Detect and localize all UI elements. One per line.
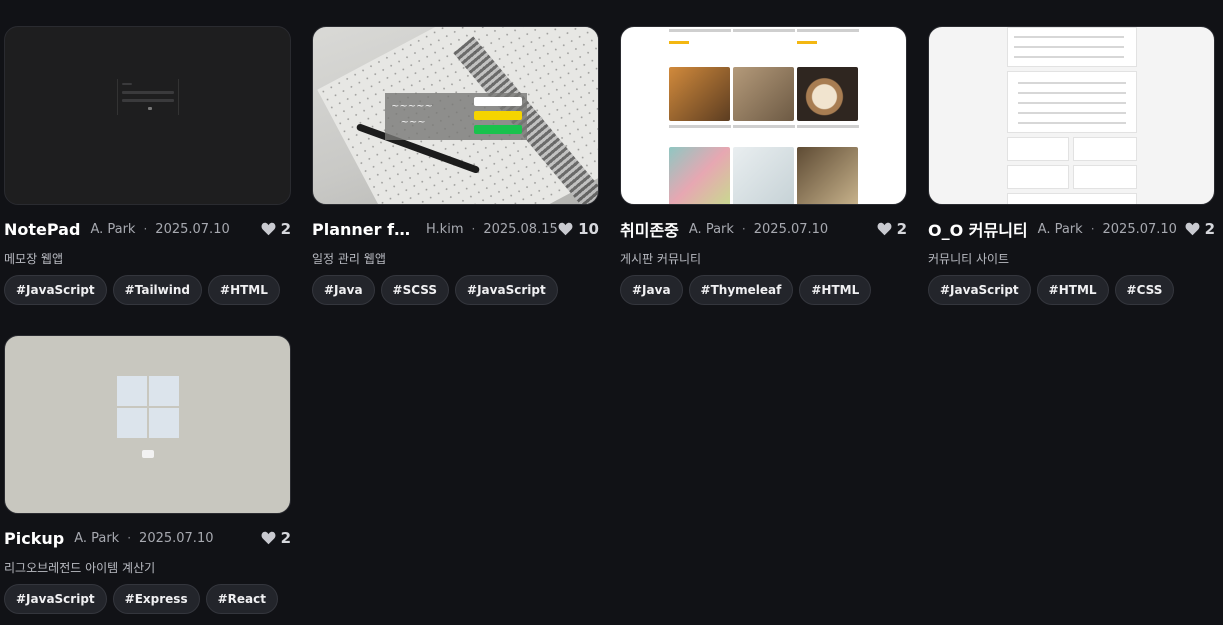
tag-list: #JavaScript #Tailwind #HTML: [4, 275, 291, 305]
like-count: 2: [280, 220, 291, 238]
tag-list: #Java #SCSS #JavaScript: [312, 275, 599, 305]
meta-separator: ·: [471, 222, 476, 236]
project-date: 2025.08.15: [483, 221, 558, 237]
project-thumbnail[interactable]: [4, 26, 291, 205]
photo-coffee: [797, 67, 858, 121]
project-author: A. Park: [90, 221, 136, 237]
tag-chip[interactable]: #JavaScript: [455, 275, 558, 305]
project-grid: NotePad A. Park · 2025.07.10 2 메모장 웹앱 #J…: [0, 0, 1223, 625]
project-thumbnail[interactable]: [4, 335, 291, 514]
project-author: A. Park: [74, 530, 120, 546]
like-button[interactable]: 2: [261, 529, 291, 547]
project-title[interactable]: Planner fo···: [312, 220, 414, 239]
tag-list: #JavaScript #Express #React: [4, 584, 291, 614]
tag-chip[interactable]: #React: [205, 584, 278, 614]
like-button[interactable]: 10: [558, 220, 599, 238]
tag-chip[interactable]: #JavaScript: [4, 275, 107, 305]
thumbnail-login-box: ~~~~~ ~~~: [385, 93, 527, 140]
project-title[interactable]: 취미존중: [620, 217, 679, 241]
project-thumbnail[interactable]: [928, 26, 1215, 205]
project-date: 2025.07.10: [753, 221, 829, 237]
window-logo-graphic: [117, 376, 179, 438]
project-date: 2025.07.10: [1102, 221, 1177, 237]
project-author: A. Park: [688, 221, 734, 237]
tag-list: #JavaScript #HTML #CSS: [928, 275, 1215, 305]
project-description: 일정 관리 웹앱: [312, 252, 386, 266]
project-card-notepad[interactable]: NotePad A. Park · 2025.07.10 2 메모장 웹앱 #J…: [4, 26, 291, 305]
thumbnail-login-screen: [117, 79, 179, 115]
project-title[interactable]: NotePad: [4, 220, 80, 239]
project-description: 메모장 웹앱: [4, 252, 64, 266]
project-card-pickup[interactable]: Pickup A. Park · 2025.07.10 2 리그오브레전드 아이…: [4, 335, 291, 614]
tag-chip[interactable]: #SCSS: [380, 275, 450, 305]
tag-chip[interactable]: #Java: [312, 275, 375, 305]
project-card-oo-community[interactable]: O_O 커뮤니티 A. Park · 2025.07.10 2 커뮤니티 사이트…: [928, 26, 1215, 305]
like-button[interactable]: 2: [261, 220, 291, 238]
project-card-hobby[interactable]: 취미존중 A. Park · 2025.07.10 2 게시판 커뮤니티 #Ja…: [620, 26, 907, 305]
tag-chip[interactable]: #HTML: [208, 275, 280, 305]
heart-icon: [877, 222, 892, 236]
heart-icon: [261, 531, 276, 545]
photo-paper: [733, 67, 794, 121]
project-date: 2025.07.10: [155, 221, 230, 237]
meta-separator: ·: [127, 531, 132, 545]
tag-chip[interactable]: #Thymeleaf: [688, 275, 794, 305]
project-title[interactable]: Pickup: [4, 529, 64, 548]
heart-icon: [558, 222, 573, 236]
photo-sketch: [733, 147, 794, 204]
tag-chip[interactable]: #Java: [620, 275, 683, 305]
like-count: 10: [578, 220, 599, 238]
project-description: 리그오브레전드 아이템 계산기: [4, 561, 156, 575]
photo-craft: [797, 147, 858, 204]
project-author: A. Park: [1037, 221, 1083, 237]
like-count: 2: [896, 220, 907, 238]
like-button[interactable]: 2: [877, 220, 907, 238]
tag-chip[interactable]: #Tailwind: [112, 275, 203, 305]
heart-icon: [1185, 222, 1200, 236]
heart-icon: [261, 222, 276, 236]
project-thumbnail[interactable]: [620, 26, 907, 205]
project-description: 커뮤니티 사이트: [928, 252, 1010, 266]
tag-chip[interactable]: #CSS: [1114, 275, 1175, 305]
like-count: 2: [1204, 220, 1215, 238]
tag-chip[interactable]: #JavaScript: [4, 584, 107, 614]
photo-cards: [669, 147, 730, 204]
like-count: 2: [280, 529, 291, 547]
project-description: 게시판 커뮤니티: [620, 252, 702, 266]
meta-separator: ·: [741, 222, 746, 236]
tag-chip[interactable]: #HTML: [1036, 275, 1109, 305]
photo-candles: [669, 67, 730, 121]
meta-separator: ·: [143, 222, 148, 236]
project-date: 2025.07.10: [139, 530, 214, 546]
tag-chip[interactable]: #Express: [112, 584, 200, 614]
project-author: H.kim: [426, 221, 464, 237]
like-button[interactable]: 2: [1185, 220, 1215, 238]
tag-chip[interactable]: #HTML: [799, 275, 872, 305]
tag-chip[interactable]: #JavaScript: [928, 275, 1031, 305]
project-thumbnail[interactable]: ~~~~~ ~~~: [312, 26, 599, 205]
meta-separator: ·: [1090, 222, 1095, 236]
project-title[interactable]: O_O 커뮤니티: [928, 217, 1028, 241]
tag-list: #Java #Thymeleaf #HTML: [620, 275, 907, 305]
project-card-planner[interactable]: ~~~~~ ~~~ Planner fo··· H.kim · 2025.08.…: [312, 26, 599, 305]
